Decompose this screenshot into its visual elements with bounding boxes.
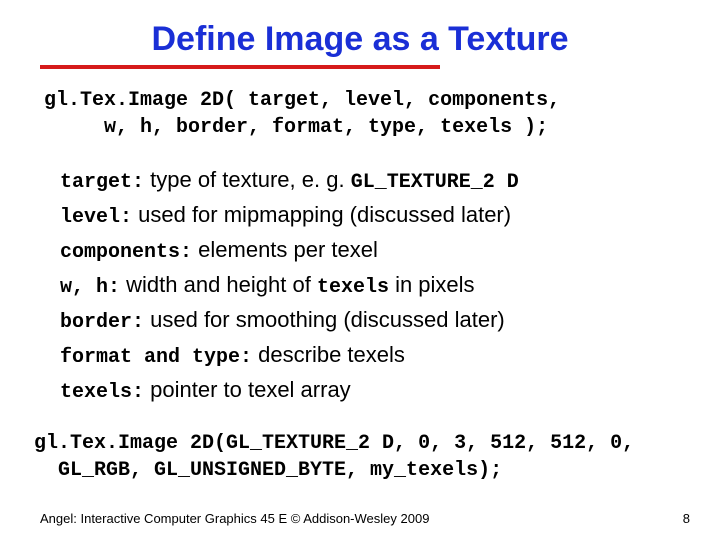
param-texels-desc: pointer to texel array	[144, 377, 351, 402]
param-target-example: GL_TEXTURE_2 D	[351, 171, 519, 194]
parameter-list: target: type of texture, e. g. GL_TEXTUR…	[60, 163, 680, 408]
slide-title: Define Image as a Texture	[70, 20, 650, 59]
example-call: gl.Tex.Image 2D(GL_TEXTURE_2 D, 0, 3, 51…	[34, 430, 680, 484]
param-border-key: border:	[60, 311, 144, 334]
param-target: target: type of texture, e. g. GL_TEXTUR…	[60, 163, 680, 198]
param-wh-key: w, h:	[60, 276, 120, 299]
param-border-desc: used for smoothing (discussed later)	[144, 307, 505, 332]
slide: Define Image as a Texture gl.Tex.Image 2…	[0, 0, 720, 540]
signature-line-2: w, h, border, format, type, texels );	[44, 116, 548, 139]
param-format-type: format and type: describe texels	[60, 338, 680, 373]
param-wh-pre: width and height of	[120, 272, 317, 297]
param-components: components: elements per texel	[60, 233, 680, 268]
function-signature: gl.Tex.Image 2D( target, level, componen…	[44, 87, 680, 141]
param-ft-key: format and type:	[60, 346, 252, 369]
param-texels: texels: pointer to texel array	[60, 373, 680, 408]
param-level-key: level:	[60, 206, 132, 229]
param-components-desc: elements per texel	[192, 237, 378, 262]
param-wh: w, h: width and height of texels in pixe…	[60, 268, 680, 303]
param-target-pre: type of texture, e. g.	[144, 167, 351, 192]
param-texels-key: texels:	[60, 381, 144, 404]
param-border: border: used for smoothing (discussed la…	[60, 303, 680, 338]
signature-line-1: gl.Tex.Image 2D( target, level, componen…	[44, 89, 560, 112]
param-components-key: components:	[60, 241, 192, 264]
param-target-key: target:	[60, 171, 144, 194]
footer-text: Angel: Interactive Computer Graphics 45 …	[40, 511, 429, 526]
param-level-desc: used for mipmapping (discussed later)	[132, 202, 511, 227]
title-underline	[40, 65, 440, 69]
param-level: level: used for mipmapping (discussed la…	[60, 198, 680, 233]
example-line-1: gl.Tex.Image 2D(GL_TEXTURE_2 D, 0, 3, 51…	[34, 432, 634, 455]
page-number: 8	[683, 511, 690, 526]
param-ft-desc: describe texels	[252, 342, 405, 367]
param-wh-post: in pixels	[389, 272, 475, 297]
param-wh-mid: texels	[317, 276, 389, 299]
example-line-2: GL_RGB, GL_UNSIGNED_BYTE, my_texels);	[34, 459, 502, 482]
